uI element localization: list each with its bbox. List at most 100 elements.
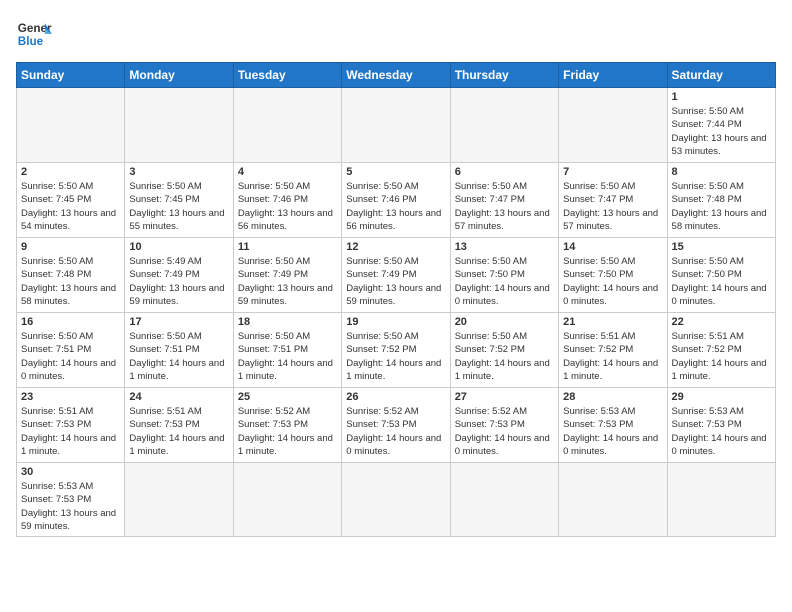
- day-number: 3: [129, 166, 228, 178]
- calendar-cell: 27Sunrise: 5:52 AM Sunset: 7:53 PM Dayli…: [450, 388, 558, 463]
- day-info: Sunrise: 5:52 AM Sunset: 7:53 PM Dayligh…: [238, 405, 337, 458]
- day-info: Sunrise: 5:50 AM Sunset: 7:50 PM Dayligh…: [672, 255, 771, 308]
- day-info: Sunrise: 5:53 AM Sunset: 7:53 PM Dayligh…: [21, 480, 120, 533]
- day-info: Sunrise: 5:50 AM Sunset: 7:46 PM Dayligh…: [346, 180, 445, 233]
- calendar-cell: [559, 88, 667, 163]
- calendar-cell: 23 Sunrise: 5:51 AM Sunset: 7:53 PM Dayli…: [17, 388, 125, 463]
- day-header-tuesday: Tuesday: [233, 63, 341, 88]
- day-info: Sunrise: 5:50 AM Sunset: 7:51 PM Dayligh…: [238, 330, 337, 383]
- day-info: Sunrise: 5:50 AM Sunset: 7:50 PM Dayligh…: [455, 255, 554, 308]
- calendar-week-3: 9Sunrise: 5:50 AM Sunset: 7:48 PM Daylig…: [17, 238, 776, 313]
- day-number: 2: [21, 166, 120, 178]
- calendar-cell: [233, 88, 341, 163]
- day-number: 18: [238, 316, 337, 328]
- day-number: 30: [21, 466, 120, 478]
- calendar-cell: 28 Sunrise: 5:53 AM Sunset: 7:53 PM Dayli…: [559, 388, 667, 463]
- day-header-monday: Monday: [125, 63, 233, 88]
- day-number: 22: [672, 316, 771, 328]
- day-number: 11: [238, 241, 337, 253]
- calendar-cell: 26Sunrise: 5:52 AM Sunset: 7:53 PM Dayli…: [342, 388, 450, 463]
- day-number: 17: [129, 316, 228, 328]
- svg-text:Blue: Blue: [18, 35, 44, 48]
- calendar-cell: 6 Sunrise: 5:50 AM Sunset: 7:47 PM Daylig…: [450, 163, 558, 238]
- calendar-cell: 16 Sunrise: 5:50 AM Sunset: 7:51 PM Dayli…: [17, 313, 125, 388]
- day-info: Sunrise: 5:50 AM Sunset: 7:45 PM Dayligh…: [129, 180, 228, 233]
- day-number: 15: [672, 241, 771, 253]
- calendar-cell: 13 Sunrise: 5:50 AM Sunset: 7:50 PM Dayli…: [450, 238, 558, 313]
- calendar-cell: 19 Sunrise: 5:50 AM Sunset: 7:52 PM Dayli…: [342, 313, 450, 388]
- calendar-cell: [450, 88, 558, 163]
- day-number: 27: [455, 391, 554, 403]
- calendar-cell: [125, 88, 233, 163]
- day-info: Sunrise: 5:49 AM Sunset: 7:49 PM Dayligh…: [129, 255, 228, 308]
- day-header-sunday: Sunday: [17, 63, 125, 88]
- calendar-cell: [17, 88, 125, 163]
- day-info: Sunrise: 5:53 AM Sunset: 7:53 PM Dayligh…: [563, 405, 662, 458]
- calendar-cell: [342, 88, 450, 163]
- logo: General Blue: [16, 16, 56, 52]
- calendar-cell: 17 Sunrise: 5:50 AM Sunset: 7:51 PM Dayli…: [125, 313, 233, 388]
- calendar-cell: 5Sunrise: 5:50 AM Sunset: 7:46 PM Daylig…: [342, 163, 450, 238]
- day-info: Sunrise: 5:50 AM Sunset: 7:47 PM Dayligh…: [455, 180, 554, 233]
- calendar-cell: 1Sunrise: 5:50 AM Sunset: 7:44 PM Daylig…: [667, 88, 775, 163]
- day-info: Sunrise: 5:50 AM Sunset: 7:45 PM Dayligh…: [21, 180, 120, 233]
- day-number: 28: [563, 391, 662, 403]
- calendar-cell: 24 Sunrise: 5:51 AM Sunset: 7:53 PM Dayli…: [125, 388, 233, 463]
- day-number: 16: [21, 316, 120, 328]
- calendar-cell: 14Sunrise: 5:50 AM Sunset: 7:50 PM Dayli…: [559, 238, 667, 313]
- day-number: 20: [455, 316, 554, 328]
- day-number: 6: [455, 166, 554, 178]
- calendar-cell: 4 Sunrise: 5:50 AM Sunset: 7:46 PM Daylig…: [233, 163, 341, 238]
- day-number: 8: [672, 166, 771, 178]
- day-number: 29: [672, 391, 771, 403]
- day-number: 25: [238, 391, 337, 403]
- page-header: General Blue: [16, 16, 776, 52]
- day-number: 21: [563, 316, 662, 328]
- calendar-cell: 12Sunrise: 5:50 AM Sunset: 7:49 PM Dayli…: [342, 238, 450, 313]
- calendar-cell: [450, 463, 558, 537]
- calendar-cell: 22 Sunrise: 5:51 AM Sunset: 7:52 PM Dayli…: [667, 313, 775, 388]
- calendar-header-row: SundayMondayTuesdayWednesdayThursdayFrid…: [17, 63, 776, 88]
- calendar-cell: 21 Sunrise: 5:51 AM Sunset: 7:52 PM Dayli…: [559, 313, 667, 388]
- day-number: 19: [346, 316, 445, 328]
- day-info: Sunrise: 5:51 AM Sunset: 7:53 PM Dayligh…: [129, 405, 228, 458]
- day-header-saturday: Saturday: [667, 63, 775, 88]
- day-number: 4: [238, 166, 337, 178]
- calendar-cell: [342, 463, 450, 537]
- day-info: Sunrise: 5:50 AM Sunset: 7:52 PM Dayligh…: [455, 330, 554, 383]
- calendar-cell: 9Sunrise: 5:50 AM Sunset: 7:48 PM Daylig…: [17, 238, 125, 313]
- day-info: Sunrise: 5:50 AM Sunset: 7:48 PM Dayligh…: [672, 180, 771, 233]
- day-info: Sunrise: 5:51 AM Sunset: 7:53 PM Dayligh…: [21, 405, 120, 458]
- day-info: Sunrise: 5:50 AM Sunset: 7:51 PM Dayligh…: [21, 330, 120, 383]
- calendar-cell: 20 Sunrise: 5:50 AM Sunset: 7:52 PM Dayli…: [450, 313, 558, 388]
- calendar-week-2: 2 Sunrise: 5:50 AM Sunset: 7:45 PM Daylig…: [17, 163, 776, 238]
- day-number: 24: [129, 391, 228, 403]
- day-number: 7: [563, 166, 662, 178]
- calendar-cell: 11 Sunrise: 5:50 AM Sunset: 7:49 PM Dayli…: [233, 238, 341, 313]
- day-number: 14: [563, 241, 662, 253]
- calendar-cell: [667, 463, 775, 537]
- day-info: Sunrise: 5:50 AM Sunset: 7:49 PM Dayligh…: [238, 255, 337, 308]
- calendar-week-1: 1Sunrise: 5:50 AM Sunset: 7:44 PM Daylig…: [17, 88, 776, 163]
- calendar-cell: 25 Sunrise: 5:52 AM Sunset: 7:53 PM Dayli…: [233, 388, 341, 463]
- day-header-wednesday: Wednesday: [342, 63, 450, 88]
- calendar-cell: 30 Sunrise: 5:53 AM Sunset: 7:53 PM Dayli…: [17, 463, 125, 537]
- day-number: 23: [21, 391, 120, 403]
- calendar-cell: 7Sunrise: 5:50 AM Sunset: 7:47 PM Daylig…: [559, 163, 667, 238]
- calendar-cell: [125, 463, 233, 537]
- day-number: 13: [455, 241, 554, 253]
- day-info: Sunrise: 5:52 AM Sunset: 7:53 PM Dayligh…: [346, 405, 445, 458]
- day-number: 9: [21, 241, 120, 253]
- calendar-cell: 15 Sunrise: 5:50 AM Sunset: 7:50 PM Dayli…: [667, 238, 775, 313]
- day-info: Sunrise: 5:50 AM Sunset: 7:49 PM Dayligh…: [346, 255, 445, 308]
- day-info: Sunrise: 5:51 AM Sunset: 7:52 PM Dayligh…: [563, 330, 662, 383]
- day-info: Sunrise: 5:51 AM Sunset: 7:52 PM Dayligh…: [672, 330, 771, 383]
- day-number: 10: [129, 241, 228, 253]
- day-info: Sunrise: 5:50 AM Sunset: 7:46 PM Dayligh…: [238, 180, 337, 233]
- day-info: Sunrise: 5:50 AM Sunset: 7:51 PM Dayligh…: [129, 330, 228, 383]
- calendar-cell: 3 Sunrise: 5:50 AM Sunset: 7:45 PM Daylig…: [125, 163, 233, 238]
- day-info: Sunrise: 5:50 AM Sunset: 7:52 PM Dayligh…: [346, 330, 445, 383]
- calendar-cell: 29Sunrise: 5:53 AM Sunset: 7:53 PM Dayli…: [667, 388, 775, 463]
- day-header-thursday: Thursday: [450, 63, 558, 88]
- calendar-cell: 18 Sunrise: 5:50 AM Sunset: 7:51 PM Dayli…: [233, 313, 341, 388]
